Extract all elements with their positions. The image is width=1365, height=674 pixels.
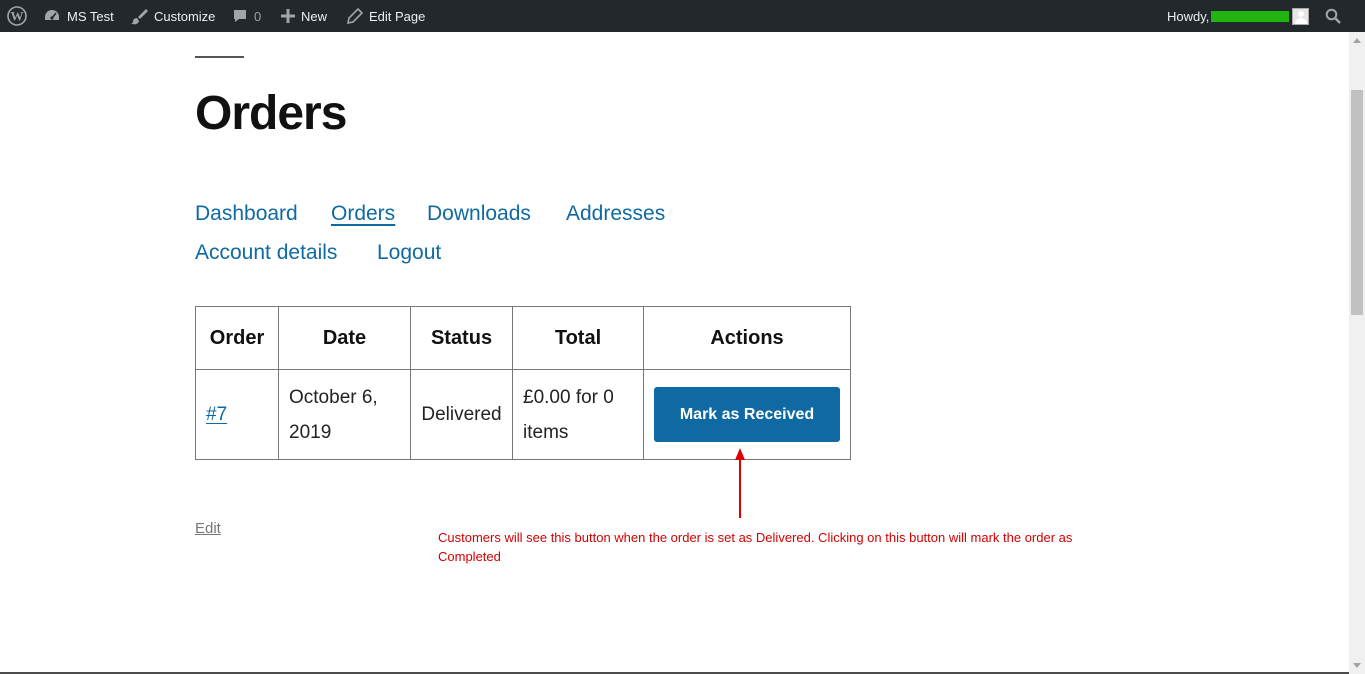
comments-button[interactable]: 0 (232, 0, 261, 32)
nav-orders[interactable]: Orders (331, 202, 395, 226)
wordpress-logo-button[interactable]: W (7, 0, 29, 32)
order-total: £0.00 for 0 items (512, 369, 644, 460)
scroll-down-arrow[interactable] (1353, 663, 1361, 668)
site-name-menu[interactable]: MS Test (43, 0, 114, 32)
username-redaction (1211, 10, 1290, 22)
mark-as-received-button[interactable]: Mark as Received (654, 387, 840, 442)
annotation-note: Customers will see this button when the … (438, 530, 1073, 564)
header-total: Total (512, 306, 644, 370)
new-label: New (301, 8, 328, 24)
orders-table: Order Date Status Total Actions #7 Octob… (195, 306, 851, 460)
howdy-label: Howdy, (1167, 8, 1210, 24)
wordpress-logo-icon: W (7, 6, 27, 26)
search-icon (1325, 8, 1341, 24)
site-name-label: MS Test (67, 8, 114, 24)
header-date: Date (278, 306, 411, 370)
order-status: Delivered (410, 369, 513, 460)
avatar[interactable] (1292, 8, 1309, 25)
page-scrollbar[interactable] (1349, 32, 1365, 674)
svg-text:W: W (11, 9, 24, 24)
title-separator (195, 56, 244, 58)
edit-page-button[interactable]: Edit Page (347, 0, 425, 32)
scroll-up-arrow[interactable] (1353, 38, 1361, 43)
nav-account-details[interactable]: Account details (195, 241, 337, 265)
header-status: Status (410, 306, 513, 370)
order-date: October 6, 2019 (278, 369, 411, 460)
order-number-link[interactable]: #7 (206, 404, 227, 425)
nav-downloads[interactable]: Downloads (427, 202, 531, 226)
my-account-menu[interactable]: Howdy, (1167, 0, 1290, 32)
scroll-thumb[interactable] (1351, 90, 1363, 315)
nav-addresses[interactable]: Addresses (566, 202, 665, 226)
customize-button[interactable]: Customize (130, 0, 215, 32)
plus-icon (281, 9, 295, 23)
edit-page-label: Edit Page (369, 8, 426, 24)
customize-label: Customize (154, 8, 216, 24)
page-title: Orders (195, 87, 347, 140)
header-actions: Actions (643, 306, 851, 370)
comment-icon (234, 10, 246, 22)
new-content-button[interactable]: New (281, 0, 327, 32)
table-row: #7 October 6, 2019 Delivered £0.00 for 0… (195, 369, 851, 460)
comments-count: 0 (254, 8, 262, 24)
edit-page-link[interactable]: Edit (195, 520, 221, 537)
annotation-arrow-shaft (739, 458, 741, 518)
header-order: Order (195, 306, 279, 370)
search-button[interactable] (1325, 0, 1341, 32)
dashboard-icon (45, 10, 59, 20)
pencil-icon (347, 8, 363, 24)
order-actions-cell: Mark as Received (643, 369, 851, 460)
brush-icon (131, 9, 148, 25)
nav-dashboard[interactable]: Dashboard (195, 202, 298, 226)
table-header-row: Order Date Status Total Actions (195, 306, 851, 370)
admin-bar: W MS Test Customize 0 New Edit Page Howd… (0, 0, 1365, 32)
order-number-cell: #7 (195, 369, 279, 460)
nav-logout[interactable]: Logout (377, 241, 441, 265)
